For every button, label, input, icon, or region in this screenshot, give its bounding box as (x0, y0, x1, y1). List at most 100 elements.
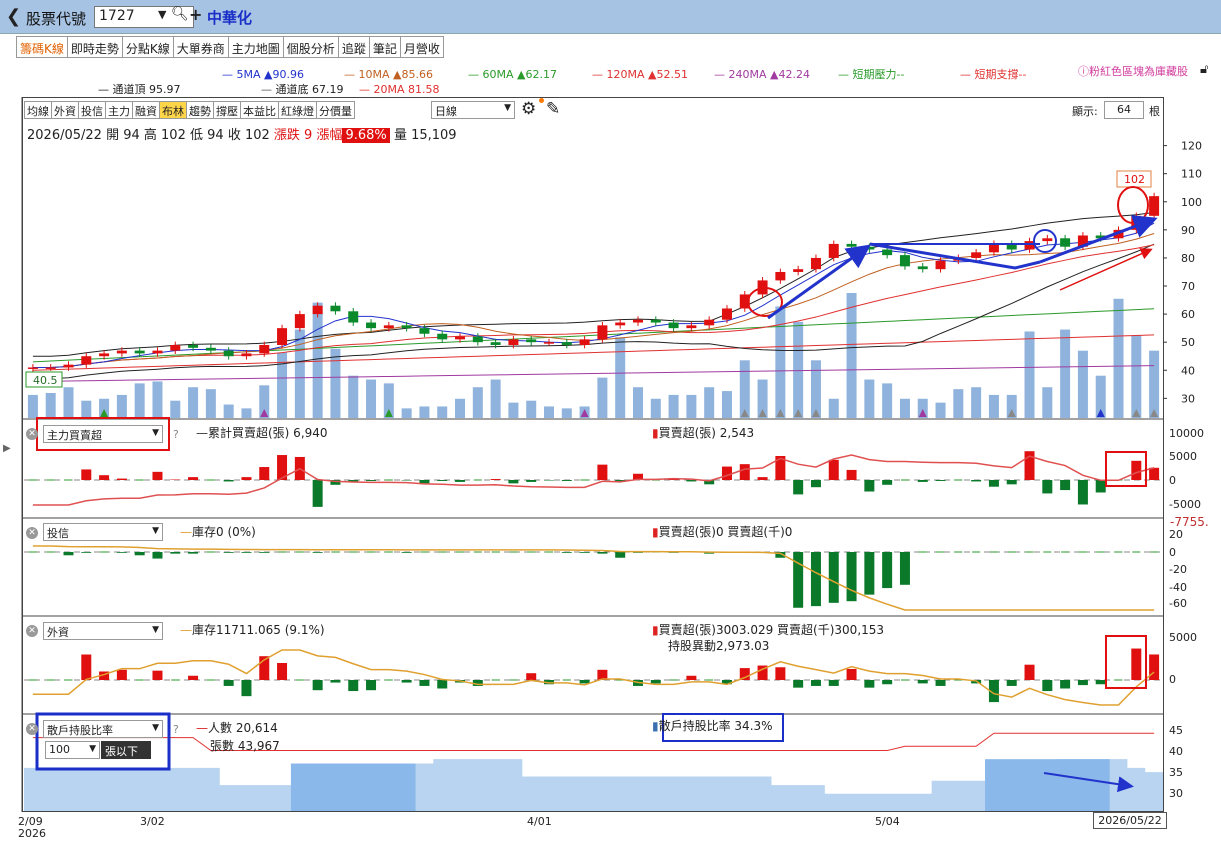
trust-bar (561, 552, 572, 553)
help-icon[interactable]: ? (173, 428, 179, 441)
expand-arrow-icon[interactable]: ▶ (3, 443, 11, 454)
main-force-bar (739, 464, 750, 480)
candle-body (366, 322, 377, 329)
trust-bar (134, 552, 145, 556)
price-axis-label: 30 (1181, 392, 1195, 405)
trust-inventory-line (32, 545, 1155, 611)
main-force-bar (259, 467, 270, 480)
foreign-inv-text: 庫存11711.065 (9.1%) (192, 623, 325, 637)
close-icon[interactable]: ✕ (26, 527, 38, 539)
trust-bar (116, 552, 127, 553)
candle-body (419, 328, 430, 334)
foreign-bar (828, 680, 839, 686)
main-force-bar (241, 477, 252, 480)
volume-bar (437, 406, 448, 418)
volume-bar (1042, 387, 1053, 418)
foreign-select[interactable]: 外資 ▼ (43, 622, 163, 640)
candle-body (1060, 238, 1071, 247)
candle-body (455, 336, 466, 340)
foreign-bar (330, 680, 341, 683)
retail-axis-label: 35 (1169, 766, 1183, 779)
main-force-bar (1149, 467, 1160, 480)
close-icon[interactable]: ✕ (26, 723, 38, 735)
x-label-1: 3/02 (140, 815, 165, 828)
trust-bar (401, 552, 412, 553)
foreign-bar (1095, 680, 1106, 685)
left-price-text: 40.5 (33, 374, 58, 387)
volume-bar (348, 375, 359, 418)
volume-bar (721, 391, 732, 418)
help-icon[interactable]: ? (173, 723, 179, 736)
main-force-select[interactable]: 主力買賣超 ▼ (43, 425, 163, 443)
retail-ratio-highlight (985, 759, 1110, 811)
main-force-bar (597, 464, 608, 480)
volume-bar (793, 321, 804, 418)
trust-select[interactable]: 投信 ▼ (43, 523, 163, 541)
trust-axis-label: -40 (1169, 581, 1187, 594)
main-force-bar (312, 480, 323, 507)
candle-body (205, 347, 216, 351)
main-force-bar (508, 480, 519, 484)
volume-bar (116, 394, 127, 418)
trust-bar (882, 552, 893, 589)
foreign-bar (846, 668, 857, 680)
volume-bar (134, 383, 145, 418)
trust-bar (152, 552, 163, 559)
foreign-bar (917, 680, 928, 684)
trust-bar (899, 552, 910, 585)
candle-body (721, 308, 732, 320)
price-axis-label: 110 (1181, 168, 1202, 181)
trust-bar (223, 552, 234, 553)
foreign-bar (223, 680, 234, 686)
main-force-axis-label: 0 (1169, 474, 1176, 487)
trust-inv-label: —庫存0 (0%) (180, 525, 256, 539)
trust-bar (846, 552, 857, 602)
foreign-bar (188, 675, 199, 680)
foreign-bar (1077, 680, 1088, 686)
close-icon[interactable]: ✕ (26, 428, 38, 440)
trust-bar (81, 552, 92, 553)
threshold-select[interactable]: 100 ▼ (45, 741, 100, 759)
candle-body (63, 364, 74, 368)
volume-bar (615, 337, 626, 418)
trust-bar (170, 552, 181, 554)
candle-body (312, 305, 323, 315)
close-icon[interactable]: ✕ (26, 625, 38, 637)
main-force-bar (757, 477, 768, 480)
retail-shares-label: 張數 43,967 (210, 739, 280, 753)
volume-bar (650, 398, 661, 418)
main-force-bar (971, 480, 982, 482)
volume-bar (241, 408, 252, 418)
main-force-bar (1006, 480, 1017, 485)
volume-bar (45, 393, 56, 418)
foreign-bar (793, 680, 804, 688)
candle-body (971, 252, 982, 258)
foreign-bar (152, 670, 163, 680)
retail-select[interactable]: 散戶持股比率 ▼ (43, 720, 163, 738)
main-force-cum-label: —累計買賣超(張) 6,940 (196, 426, 328, 440)
trust-net-text: 買賣超(張)0 買賣超(千)0 (658, 525, 793, 539)
stock-chart[interactable]: 1201101009080706050403010240.51000050000… (0, 0, 1221, 841)
price-axis-label: 60 (1181, 308, 1195, 321)
candle-body (526, 339, 537, 343)
foreign-bar (526, 673, 537, 680)
main-force-bar (882, 480, 893, 485)
volume-bar (953, 389, 964, 418)
trust-inv-text: 庫存0 (0%) (192, 525, 256, 539)
volume-bar (1131, 335, 1142, 418)
candle-body (348, 311, 359, 323)
candle-body (988, 243, 999, 253)
trust-bar (793, 552, 804, 608)
candle-body (152, 350, 163, 354)
foreign-inv-label: —庫存11711.065 (9.1%) (180, 623, 325, 637)
foreign-select-value: 外資 (47, 626, 69, 639)
main-force-bar (988, 480, 999, 487)
retail-ratio-text: 散戶持股比率 34.3% (658, 719, 773, 733)
retail-ratio-label: ▮散戶持股比率 34.3% (652, 719, 773, 733)
last-price-text: 102 (1124, 173, 1145, 186)
volume-bar (597, 377, 608, 418)
candle-body (704, 319, 715, 326)
trust-axis-label: -60 (1169, 597, 1187, 610)
candle-body (917, 266, 928, 270)
candle-body (935, 260, 946, 270)
